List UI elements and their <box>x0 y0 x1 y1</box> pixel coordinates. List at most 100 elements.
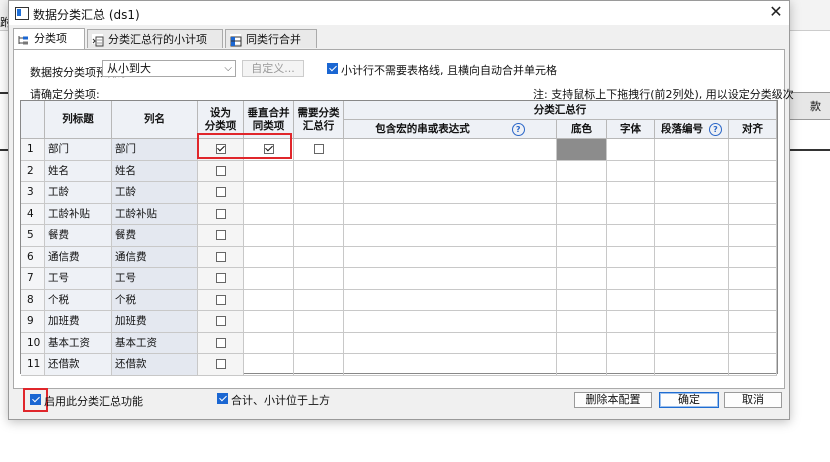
cell-col-name: 姓名 <box>112 160 198 182</box>
cell-c8 <box>607 225 655 247</box>
set-category-checkbox[interactable] <box>215 294 226 305</box>
col-name-header: 列名 <box>112 101 198 139</box>
row-number: 9 <box>21 311 45 333</box>
dialog-title: 数据分类汇总 (ds1) <box>33 8 140 22</box>
row-number: 6 <box>21 246 45 268</box>
row-number: 4 <box>21 203 45 225</box>
enable-checkbox[interactable] <box>30 394 41 405</box>
cell-c9 <box>655 225 729 247</box>
cell-c6 <box>344 182 557 204</box>
cell-col-name: 部门 <box>112 139 198 161</box>
set-category-checkbox[interactable] <box>215 251 226 262</box>
cell-set-category <box>198 160 244 182</box>
row-number: 3 <box>21 182 45 204</box>
cell-c8 <box>607 182 655 204</box>
cell-c9 <box>655 160 729 182</box>
cell-bg-color <box>557 225 607 247</box>
highlight-box-row1 <box>197 133 292 159</box>
row-number-header <box>21 101 45 139</box>
subtotal-group-header: 分类汇总行 <box>344 101 777 120</box>
cell-c6 <box>344 311 557 333</box>
need-subtotal-checkbox[interactable] <box>313 144 324 155</box>
tab-merge[interactable]: 同类行合并 <box>225 29 317 48</box>
cell-set-category <box>198 182 244 204</box>
chevron-down-icon: ⌵ <box>224 63 232 74</box>
cell-c8 <box>607 289 655 311</box>
tab-subtotal[interactable]: 分类汇总行的小计项 <box>87 29 223 48</box>
help-icon[interactable]: ? <box>709 122 722 136</box>
cell-vertical-merge <box>244 311 294 333</box>
close-icon[interactable]: ✕ <box>767 3 785 21</box>
set-category-checkbox[interactable] <box>215 187 226 198</box>
cell-bg-color <box>557 354 607 376</box>
cell-vertical-merge <box>244 354 294 376</box>
set-category-checkbox[interactable] <box>215 316 226 327</box>
paragraph-header: 段落编号 ? <box>655 120 729 139</box>
cancel-button[interactable]: 取消 <box>724 392 782 408</box>
set-category-checkbox[interactable] <box>215 273 226 284</box>
cell-bg-color <box>557 246 607 268</box>
cell-col-title: 通信费 <box>45 246 112 268</box>
help-icon[interactable]: ? <box>511 122 525 136</box>
cell-set-category <box>198 354 244 376</box>
cell-bg-color <box>557 311 607 333</box>
row-number: 8 <box>21 289 45 311</box>
cell-c9 <box>655 139 729 161</box>
cell-need-subtotal <box>294 311 344 333</box>
no-border-label: 小计行不需要表格线, 且横向自动合并单元格 <box>341 64 557 77</box>
set-category-checkbox[interactable] <box>215 165 226 176</box>
cell-c9 <box>655 203 729 225</box>
set-category-checkbox[interactable] <box>215 208 226 219</box>
row-number: 7 <box>21 268 45 290</box>
cell-bg-color <box>557 203 607 225</box>
cell-col-name: 加班费 <box>112 311 198 333</box>
cell-c10 <box>729 225 777 247</box>
cell-col-name: 餐费 <box>112 225 198 247</box>
cell-need-subtotal <box>294 160 344 182</box>
align-header: 对齐 <box>729 120 777 139</box>
cell-c6 <box>344 332 557 354</box>
ok-button[interactable]: 确定 <box>659 392 719 408</box>
cell-vertical-merge <box>244 182 294 204</box>
window-icon <box>15 7 29 20</box>
cell-vertical-merge <box>244 332 294 354</box>
set-category-checkbox[interactable] <box>215 337 226 348</box>
cell-need-subtotal <box>294 182 344 204</box>
merge-icon <box>230 34 242 47</box>
custom-button[interactable]: 自定义... <box>242 60 304 77</box>
background-cell-text: 款 <box>810 100 821 113</box>
cell-need-subtotal <box>294 268 344 290</box>
cell-col-name: 个税 <box>112 289 198 311</box>
sort-order-value: 从小到大 <box>107 62 151 75</box>
delete-config-button[interactable]: 删除本配置 <box>574 392 652 408</box>
cell-need-subtotal <box>294 354 344 376</box>
cell-bg-color <box>557 289 607 311</box>
cell-bg-color[interactable] <box>557 139 607 161</box>
col-title-header: 列标题 <box>45 101 112 139</box>
cell-need-subtotal <box>294 332 344 354</box>
set-category-checkbox[interactable] <box>215 359 226 370</box>
no-border-checkbox[interactable] <box>327 63 338 74</box>
cell-c10 <box>729 139 777 161</box>
cell-c6 <box>344 354 557 376</box>
cell-set-category <box>198 203 244 225</box>
top-subtotal-checkbox[interactable] <box>217 393 228 404</box>
cell-c9 <box>655 268 729 290</box>
enable-label: 启用此分类汇总功能 <box>44 395 143 408</box>
cell-col-name: 工龄补贴 <box>112 203 198 225</box>
cell-c6 <box>344 139 557 161</box>
cell-c9 <box>655 311 729 333</box>
cell-vertical-merge <box>244 203 294 225</box>
cell-c10 <box>729 311 777 333</box>
cell-need-subtotal <box>294 246 344 268</box>
tab-category[interactable]: 分类项 <box>13 28 85 49</box>
sort-order-select[interactable]: 从小到大 ⌵ <box>102 60 236 77</box>
cell-c9 <box>655 246 729 268</box>
row-number: 10 <box>21 332 45 354</box>
macro-header: 包含宏的串或表达式 ? <box>344 120 557 139</box>
cell-c10 <box>729 160 777 182</box>
set-category-checkbox[interactable] <box>215 230 226 241</box>
cell-col-name: 工号 <box>112 268 198 290</box>
cell-bg-color <box>557 160 607 182</box>
cell-c10 <box>729 182 777 204</box>
